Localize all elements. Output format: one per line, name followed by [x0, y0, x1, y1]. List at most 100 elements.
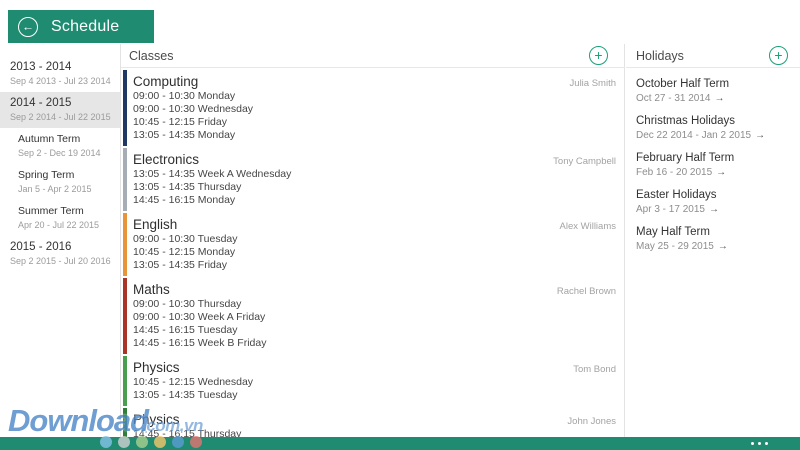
class-teacher: Alex Williams	[559, 221, 616, 232]
class-session: 14:45 - 16:15 Tuesday	[133, 324, 238, 336]
holiday-name: Easter Holidays	[636, 189, 717, 201]
class-session: 13:05 - 14:35 Monday	[133, 129, 236, 141]
sidebar-item-dates: Jan 5 - Apr 2 2015	[18, 184, 92, 194]
class-teacher: John Jones	[567, 416, 616, 427]
class-name: Physics	[133, 360, 180, 375]
class-session: 09:00 - 10:30 Week A Friday	[133, 311, 266, 323]
holiday-item[interactable]: October Half Term Oct 27 - 31 2014 →	[626, 72, 800, 109]
holidays-panel: Holidays + October Half Term Oct 27 - 31 …	[626, 44, 800, 437]
arrow-right-icon: →	[716, 167, 727, 178]
class-color-bar	[123, 148, 127, 211]
arrow-right-icon: →	[717, 241, 728, 252]
watermark-dot	[154, 436, 166, 448]
class-card[interactable]: Computing Julia Smith 09:00 - 10:30 Monday…	[121, 68, 624, 146]
holiday-dates: Oct 27 - 31 2014	[636, 93, 711, 104]
sidebar-term-item[interactable]: Summer Term Apr 20 - Jul 22 2015	[0, 200, 120, 236]
class-color-bar	[123, 70, 127, 146]
back-button[interactable]: ←	[18, 16, 38, 37]
watermark-dot	[100, 436, 112, 448]
sidebar-item-dates: Sep 4 2013 - Jul 23 2014	[10, 76, 111, 86]
sidebar-item-dates: Sep 2 - Dec 19 2014	[18, 148, 101, 158]
class-name: Electronics	[133, 152, 200, 167]
sidebar-term-item[interactable]: Autumn Term Sep 2 - Dec 19 2014	[0, 128, 120, 164]
sidebar: 2013 - 2014 Sep 4 2013 - Jul 23 2014 2014 …	[0, 56, 120, 272]
sidebar-item-title: 2013 - 2014	[10, 61, 72, 73]
watermark-dot	[190, 436, 202, 448]
sidebar-item-title: Summer Term	[18, 205, 84, 217]
page-title: Schedule	[51, 17, 120, 35]
arrow-right-icon: →	[755, 130, 766, 141]
sidebar-year-item[interactable]: 2015 - 2016 Sep 2 2015 - Jul 20 2016	[0, 236, 120, 272]
holidays-title: Holidays	[636, 48, 684, 63]
sidebar-item-title: Autumn Term	[18, 133, 81, 145]
holiday-dates: Apr 3 - 17 2015	[636, 204, 705, 215]
class-name: English	[133, 217, 178, 232]
sidebar-item-dates: Apr 20 - Jul 22 2015	[18, 220, 100, 230]
watermark-dot	[136, 436, 148, 448]
class-teacher: Rachel Brown	[556, 286, 616, 297]
class-session: 09:00 - 10:30 Wednesday	[133, 103, 254, 115]
holidays-list: October Half Term Oct 27 - 31 2014 → Christ…	[626, 68, 800, 257]
class-card[interactable]: Maths Rachel Brown 09:00 - 10:30 Thursday 0…	[121, 276, 624, 354]
app-window: ← Schedule 2013 - 2014 Sep 4 2013 - Jul 2…	[0, 0, 800, 450]
arrow-right-icon: →	[708, 204, 719, 215]
class-color-bar	[123, 213, 127, 276]
classes-panel: Classes + Computing Julia Smith 09:00 - 10…	[120, 44, 625, 437]
more-button[interactable]	[751, 442, 768, 445]
class-color-bar	[123, 356, 127, 406]
sidebar-item-title: Spring Term	[18, 169, 75, 181]
holiday-item[interactable]: February Half Term Feb 16 - 20 2015 →	[626, 146, 800, 183]
class-card[interactable]: Electronics Tony Campbell 13:05 - 14:35 We…	[121, 146, 624, 211]
back-arrow-icon: ←	[22, 19, 34, 33]
arrow-right-icon: →	[714, 93, 725, 104]
holiday-item[interactable]: Easter Holidays Apr 3 - 17 2015 →	[626, 183, 800, 220]
sidebar-term-item[interactable]: Spring Term Jan 5 - Apr 2 2015	[0, 164, 120, 200]
watermark-dot	[172, 436, 184, 448]
watermark-dots	[100, 436, 202, 448]
add-holiday-button[interactable]: +	[769, 46, 788, 65]
class-name: Physics	[133, 412, 180, 427]
classes-list: Computing Julia Smith 09:00 - 10:30 Monday…	[121, 68, 624, 437]
app-header: ← Schedule	[8, 10, 154, 43]
class-session: 09:00 - 10:30 Monday	[133, 90, 236, 102]
holiday-name: Christmas Holidays	[636, 115, 736, 127]
watermark-dot	[118, 436, 130, 448]
classes-panel-header: Classes +	[121, 44, 624, 68]
sidebar-item-dates: Sep 2 2015 - Jul 20 2016	[10, 256, 111, 266]
holiday-dates: Feb 16 - 20 2015	[636, 167, 713, 178]
class-color-bar	[123, 278, 127, 354]
class-session: 09:00 - 10:30 Thursday	[133, 298, 242, 310]
class-name: Computing	[133, 74, 199, 89]
class-session: 09:00 - 10:30 Tuesday	[133, 233, 238, 245]
holiday-name: May Half Term	[636, 226, 710, 238]
add-class-button[interactable]: +	[589, 46, 608, 65]
class-session: 14:45 - 16:15 Monday	[133, 194, 236, 206]
holiday-name: October Half Term	[636, 78, 730, 90]
class-session: 10:45 - 12:15 Monday	[133, 246, 236, 258]
class-card[interactable]: English Alex Williams 09:00 - 10:30 Tuesda…	[121, 211, 624, 276]
class-card[interactable]: Physics John Jones 14:45 - 16:15 Thursday	[121, 406, 624, 437]
holiday-dates: Dec 22 2014 - Jan 2 2015	[636, 130, 752, 141]
class-session: 14:45 - 16:15 Week B Friday	[133, 337, 267, 349]
class-session: 13:05 - 14:35 Thursday	[133, 181, 242, 193]
class-name: Maths	[133, 282, 170, 297]
holiday-item[interactable]: Christmas Holidays Dec 22 2014 - Jan 2 20…	[626, 109, 800, 146]
class-session: 13:05 - 14:35 Week A Wednesday	[133, 168, 292, 180]
holiday-name: February Half Term	[636, 152, 735, 164]
class-teacher: Julia Smith	[569, 78, 616, 89]
sidebar-year-item[interactable]: 2014 - 2015 Sep 2 2014 - Jul 22 2015	[0, 92, 120, 128]
class-color-bar	[123, 408, 127, 437]
class-card[interactable]: Physics Tom Bond 10:45 - 12:15 Wednesday 13…	[121, 354, 624, 406]
class-session: 13:05 - 14:35 Friday	[133, 259, 227, 271]
class-session: 10:45 - 12:15 Friday	[133, 116, 227, 128]
classes-title: Classes	[129, 48, 174, 63]
holiday-item[interactable]: May Half Term May 25 - 29 2015 →	[626, 220, 800, 257]
class-teacher: Tony Campbell	[553, 156, 616, 167]
class-session: 13:05 - 14:35 Tuesday	[133, 389, 238, 401]
sidebar-item-title: 2015 - 2016	[10, 241, 72, 253]
sidebar-year-item[interactable]: 2013 - 2014 Sep 4 2013 - Jul 23 2014	[0, 56, 120, 92]
holidays-panel-header: Holidays +	[626, 44, 800, 68]
sidebar-item-title: 2014 - 2015	[10, 97, 72, 109]
class-session: 14:45 - 16:15 Thursday	[133, 428, 242, 437]
class-teacher: Tom Bond	[573, 364, 616, 375]
